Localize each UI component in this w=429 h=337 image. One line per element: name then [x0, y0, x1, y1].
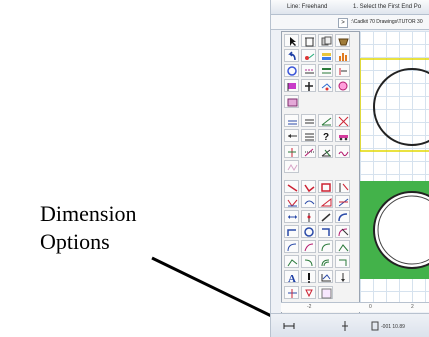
flag-icon[interactable]: [284, 79, 299, 92]
ruler-tick: 0: [369, 304, 372, 310]
status-icons: [283, 321, 379, 331]
arc-tan-icon[interactable]: [335, 240, 350, 253]
snap-icon[interactable]: [301, 49, 316, 62]
select-arrow-icon[interactable]: [284, 34, 299, 47]
drawing-shapes: [360, 58, 429, 279]
title-bar: Line: Freehand 1. Select the First End P…: [271, 0, 429, 15]
arrow-down-icon[interactable]: [335, 270, 350, 283]
dim-h-icon[interactable]: [284, 210, 299, 223]
callout-line-1: Dimension: [40, 201, 137, 226]
dimension-options-button: [283, 323, 295, 329]
dim-icon[interactable]: [301, 129, 316, 142]
x-icon[interactable]: [335, 114, 350, 127]
horizontal-ruler: -2 0 2: [281, 302, 429, 312]
block-icon[interactable]: [284, 95, 299, 108]
point-icon[interactable]: [301, 210, 316, 223]
path-icon[interactable]: [284, 255, 299, 268]
car-icon[interactable]: [335, 129, 350, 142]
triangle-icon[interactable]: [318, 195, 333, 208]
hatch-icon[interactable]: [335, 180, 350, 193]
arc-end-icon[interactable]: [301, 240, 316, 253]
coordinate-readout: -001 10.89: [381, 324, 405, 330]
svg-text:?: ?: [323, 132, 329, 143]
snap-toggle-icon: [342, 321, 348, 331]
svg-text:A: A: [288, 273, 296, 284]
drawing-tab-bar: > :\Cadkit 70 Drawings\TUTOR 30: [271, 15, 429, 30]
arc-center-icon[interactable]: [318, 240, 333, 253]
dim-angle-icon[interactable]: [318, 145, 333, 158]
curve-icon[interactable]: [284, 195, 299, 208]
section-icon[interactable]: [284, 286, 299, 299]
arc-icon[interactable]: [335, 210, 350, 223]
toolbox-panel: ? A: [281, 31, 360, 320]
pen-icon[interactable]: [318, 210, 333, 223]
copy-icon[interactable]: [318, 34, 333, 47]
arc-2-icon[interactable]: [335, 225, 350, 238]
plus-icon[interactable]: [301, 79, 316, 92]
command-prompt: 1. Select the First End Po: [353, 4, 422, 10]
ruler-tick: -2: [307, 304, 312, 310]
circle-icon[interactable]: [335, 79, 350, 92]
expand-panel-button[interactable]: >: [338, 18, 348, 28]
chart-icon[interactable]: [335, 49, 350, 62]
drawing-canvas[interactable]: [360, 31, 429, 310]
callout-line-2: Options: [40, 229, 110, 254]
circle-tool-icon[interactable]: [301, 225, 316, 238]
color-icon[interactable]: [284, 64, 299, 77]
angle-icon[interactable]: [318, 114, 333, 127]
move-icon[interactable]: [284, 114, 299, 127]
undo-icon[interactable]: [284, 49, 299, 62]
basket-icon[interactable]: [335, 34, 350, 47]
image-icon[interactable]: [318, 270, 333, 283]
arc-3pt-icon[interactable]: [284, 240, 299, 253]
rectangle-icon[interactable]: [318, 180, 333, 193]
text-cursor-icon[interactable]: [335, 64, 350, 77]
cad-app-window: Line: Freehand 1. Select the First End P…: [270, 0, 429, 337]
layer-icon[interactable]: [318, 49, 333, 62]
cursor-icon[interactable]: [301, 286, 316, 299]
circle-shape: [373, 68, 429, 146]
grid-icon[interactable]: [318, 286, 333, 299]
text-A-icon[interactable]: A: [284, 270, 299, 284]
status-bar: -001 10.89: [271, 313, 429, 337]
link-icon[interactable]: [318, 79, 333, 92]
lines-icon[interactable]: [301, 64, 316, 77]
dim-vert-icon[interactable]: [284, 145, 299, 158]
shape-icon[interactable]: [335, 255, 350, 268]
corner-icon[interactable]: [318, 225, 333, 238]
line-mode-label: Line: Freehand: [287, 4, 328, 10]
dimension-options-callout: Dimension Options: [40, 200, 180, 256]
coordinate-icon: [371, 321, 379, 331]
wand-icon[interactable]: [301, 145, 316, 158]
question-icon[interactable]: ?: [318, 129, 333, 143]
trim-icon[interactable]: [335, 195, 350, 208]
ruler-tick: 2: [411, 304, 414, 310]
spline-icon[interactable]: [301, 195, 316, 208]
trash-icon[interactable]: [301, 34, 316, 47]
arc-corner-icon[interactable]: [301, 255, 316, 268]
select-rect-icon[interactable]: [284, 225, 299, 238]
line-style-icon[interactable]: [318, 64, 333, 77]
offset-icon[interactable]: [318, 255, 333, 268]
zigzag-icon[interactable]: [284, 160, 299, 173]
line-icon[interactable]: [284, 180, 299, 193]
arrow-left-icon[interactable]: [284, 129, 299, 142]
scale-icon[interactable]: [301, 114, 316, 127]
leader-icon[interactable]: [301, 270, 316, 283]
polyline-icon[interactable]: [301, 180, 316, 193]
wave-icon[interactable]: [335, 145, 350, 158]
drawing-path[interactable]: :\Cadkit 70 Drawings\TUTOR 30: [351, 19, 423, 25]
